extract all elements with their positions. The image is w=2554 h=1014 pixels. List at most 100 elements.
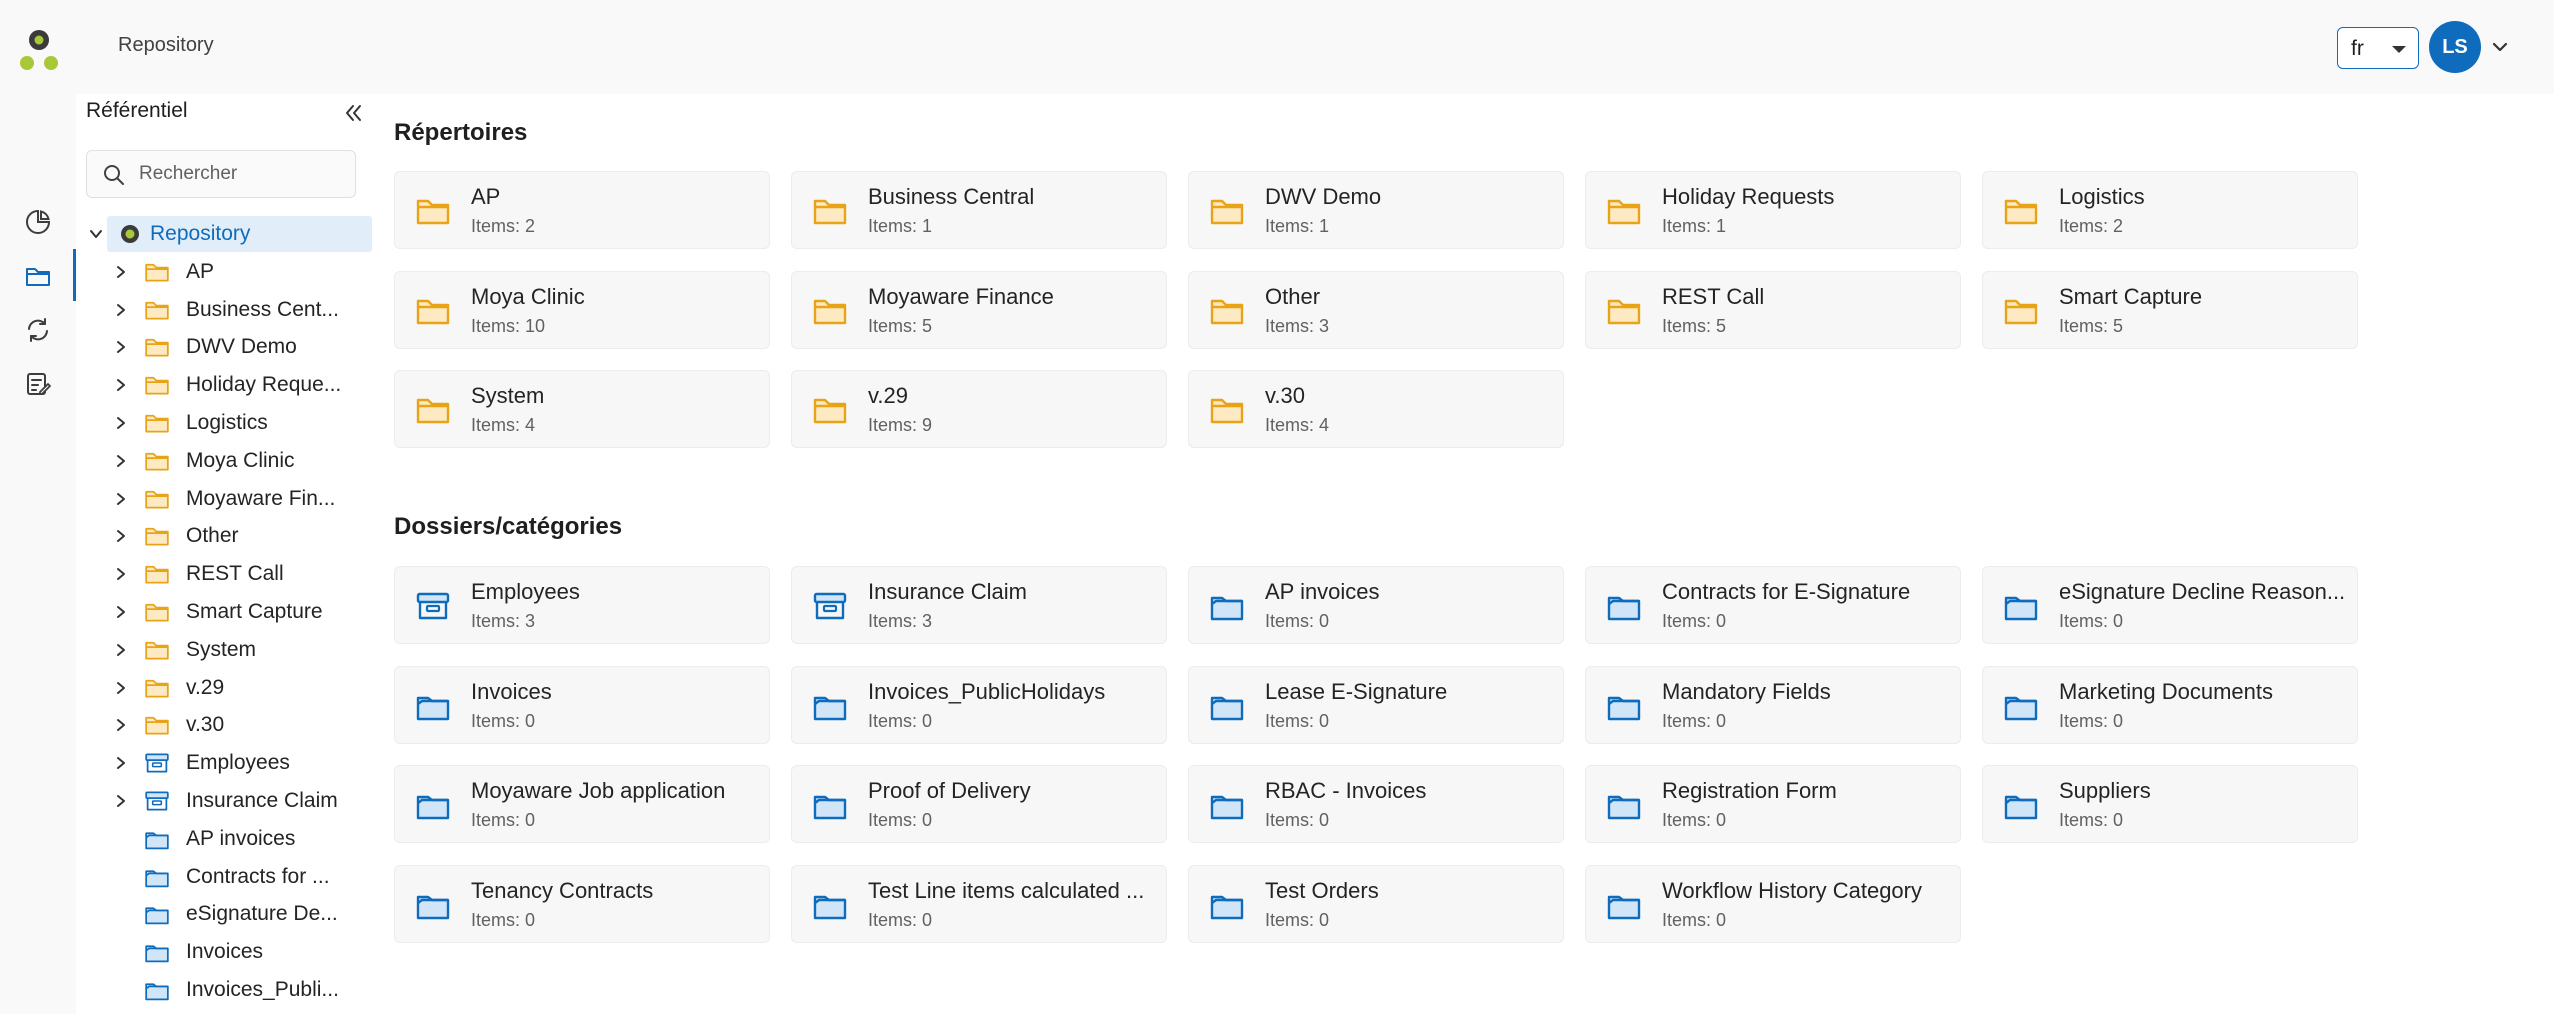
- chevron-right-icon[interactable]: [112, 490, 130, 508]
- chevron-right-icon[interactable]: [112, 716, 130, 734]
- category-card[interactable]: Registration Form Items: 0: [1585, 765, 1961, 843]
- category-card[interactable]: Invoices_PublicHolidays Items: 0: [791, 666, 1167, 744]
- card-title: System: [471, 383, 545, 408]
- category-card[interactable]: Suppliers Items: 0: [1982, 765, 2358, 843]
- tree-item[interactable]: AP: [76, 254, 376, 290]
- tree-search[interactable]: [86, 150, 356, 198]
- category-card[interactable]: Workflow History Category Items: 0: [1585, 865, 1961, 943]
- category-card[interactable]: Proof of Delivery Items: 0: [791, 765, 1167, 843]
- tree-item[interactable]: Holiday Reque...: [76, 367, 376, 403]
- category-card[interactable]: RBAC - Invoices Items: 0: [1188, 765, 1564, 843]
- folder-icon: [1607, 199, 1641, 225]
- repository-card[interactable]: AP Items: 2: [394, 171, 770, 249]
- card-item-count: Items: 2: [2059, 216, 2124, 236]
- category-card[interactable]: Mandatory Fields Items: 0: [1585, 666, 1961, 744]
- repository-button[interactable]: [20, 258, 56, 294]
- chevron-right-icon[interactable]: [112, 527, 130, 545]
- avatar[interactable]: LS: [2429, 21, 2481, 73]
- chevron-right-icon[interactable]: [112, 301, 130, 319]
- breadcrumb[interactable]: Repository: [118, 34, 214, 57]
- chevron-right-icon[interactable]: [112, 792, 130, 810]
- tree-item[interactable]: Contracts for ...: [76, 859, 376, 895]
- card-item-count: Items: 1: [1265, 216, 1330, 236]
- repository-card[interactable]: Holiday Requests Items: 1: [1585, 171, 1961, 249]
- tree-item[interactable]: Other: [76, 518, 376, 554]
- tree-item[interactable]: System: [76, 632, 376, 668]
- card-item-count: Items: 0: [1265, 611, 1330, 631]
- tree-item[interactable]: REST Call: [76, 556, 376, 592]
- category-card[interactable]: Marketing Documents Items: 0: [1982, 666, 2358, 744]
- repository-card[interactable]: Logistics Items: 2: [1982, 171, 2358, 249]
- card-item-count: Items: 3: [868, 611, 933, 631]
- collapse-panel-icon[interactable]: [340, 100, 366, 126]
- repository-card[interactable]: Moya Clinic Items: 10: [394, 271, 770, 349]
- repository-card[interactable]: Other Items: 3: [1188, 271, 1564, 349]
- chevron-right-icon[interactable]: [112, 263, 130, 281]
- dashboard-button[interactable]: [20, 204, 56, 240]
- chevron-right-icon[interactable]: [112, 452, 130, 470]
- chevron-right-icon[interactable]: [112, 679, 130, 697]
- folder-icon: [416, 199, 450, 225]
- category-card[interactable]: AP invoices Items: 0: [1188, 566, 1564, 644]
- tree-item[interactable]: DWV Demo: [76, 329, 376, 365]
- chevron-right-icon[interactable]: [112, 754, 130, 772]
- category-card[interactable]: Test Orders Items: 0: [1188, 865, 1564, 943]
- chevron-right-icon[interactable]: [112, 565, 130, 583]
- category-card[interactable]: eSignature Decline Reason... Items: 0: [1982, 566, 2358, 644]
- category-folder-icon: [1607, 696, 1641, 721]
- sync-icon: [28, 318, 48, 342]
- category-card[interactable]: Tenancy Contracts Items: 0: [394, 865, 770, 943]
- chevron-right-icon[interactable]: [112, 338, 130, 356]
- card-title: Tenancy Contracts: [471, 878, 654, 903]
- repository-card[interactable]: v.29 Items: 9: [791, 370, 1167, 448]
- chevron-right-icon[interactable]: [112, 376, 130, 394]
- logo-icon[interactable]: [18, 28, 60, 72]
- category-card[interactable]: Insurance Claim Items: 3: [791, 566, 1167, 644]
- tree-item[interactable]: Moyaware Fin...: [76, 481, 376, 517]
- chevron-right-icon[interactable]: [112, 414, 130, 432]
- category-card[interactable]: Moyaware Job application Items: 0: [394, 765, 770, 843]
- workflow-button[interactable]: [20, 312, 56, 348]
- chevron-down-icon[interactable]: [2490, 37, 2510, 57]
- tree-item[interactable]: Logistics: [76, 405, 376, 441]
- category-card[interactable]: Test Line items calculated ... Items: 0: [791, 865, 1167, 943]
- tree-root-repository[interactable]: Repository: [90, 216, 372, 252]
- tree-item[interactable]: AP invoices: [76, 821, 376, 857]
- tree-item[interactable]: v.30: [76, 707, 376, 743]
- tree-item[interactable]: Moya Clinic: [76, 443, 376, 479]
- category-card[interactable]: Invoices Items: 0: [394, 666, 770, 744]
- card-title: Insurance Claim: [868, 579, 1027, 604]
- repository-card[interactable]: Business Central Items: 1: [791, 171, 1167, 249]
- tasks-icon: [27, 373, 51, 395]
- tree-item[interactable]: eSignature De...: [76, 896, 376, 932]
- language-select[interactable]: fr: [2337, 27, 2419, 69]
- category-card[interactable]: Employees Items: 3: [394, 566, 770, 644]
- tree-item[interactable]: Smart Capture: [76, 594, 376, 630]
- folder-icon: [145, 716, 169, 735]
- repository-card[interactable]: Moyaware Finance Items: 5: [791, 271, 1167, 349]
- tasks-button[interactable]: [20, 366, 56, 402]
- category-folder-icon: [145, 907, 169, 925]
- tree-item[interactable]: Business Cent...: [76, 292, 376, 328]
- search-input[interactable]: [139, 163, 339, 185]
- repository-card[interactable]: REST Call Items: 5: [1585, 271, 1961, 349]
- repository-card[interactable]: v.30 Items: 4: [1188, 370, 1564, 448]
- repository-card[interactable]: Smart Capture Items: 5: [1982, 271, 2358, 349]
- card-item-count: Items: 0: [471, 910, 536, 930]
- category-card[interactable]: Lease E-Signature Items: 0: [1188, 666, 1564, 744]
- nav-rail: [0, 94, 76, 1014]
- tree-item[interactable]: Invoices: [76, 934, 376, 970]
- repository-card[interactable]: DWV Demo Items: 1: [1188, 171, 1564, 249]
- category-card[interactable]: Contracts for E-Signature Items: 0: [1585, 566, 1961, 644]
- chevron-down-icon[interactable]: [87, 225, 105, 243]
- card-item-count: Items: 0: [1662, 910, 1727, 930]
- chevron-right-icon[interactable]: [112, 603, 130, 621]
- tree-item[interactable]: Insurance Claim: [76, 783, 376, 819]
- chevron-right-icon[interactable]: [112, 641, 130, 659]
- folder-icon: [145, 338, 169, 357]
- tree-item[interactable]: Employees: [76, 745, 376, 781]
- folder-icon: [145, 490, 169, 509]
- tree-item[interactable]: Invoices_Publi...: [76, 972, 376, 1008]
- repository-card[interactable]: System Items: 4: [394, 370, 770, 448]
- tree-item[interactable]: v.29: [76, 670, 376, 706]
